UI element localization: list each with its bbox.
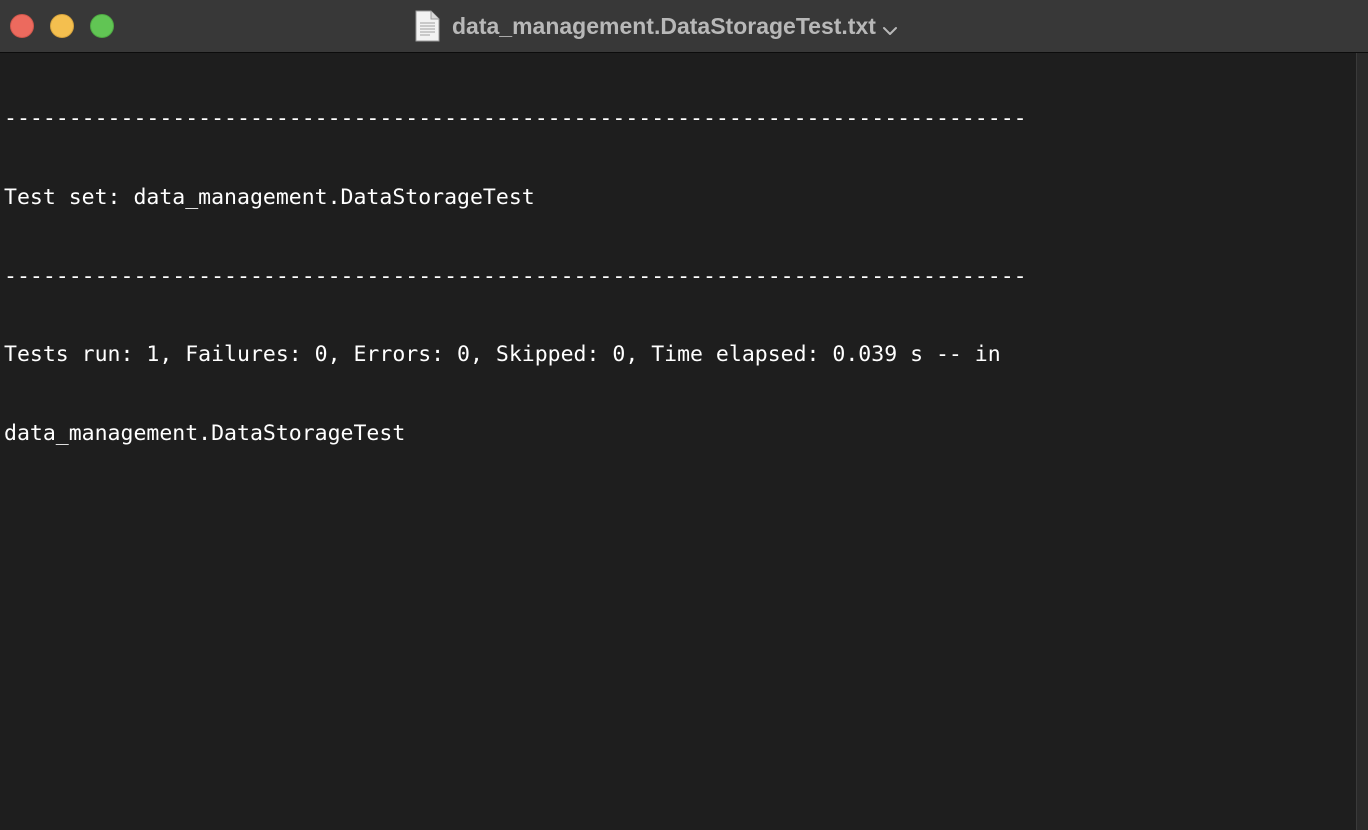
- document-body[interactable]: ----------------------------------------…: [4, 54, 1027, 499]
- test-summary-line: Tests run: 1, Failures: 0, Errors: 0, Sk…: [4, 342, 1001, 368]
- window-title-group[interactable]: data_management.DataStorageTest.txt: [414, 9, 898, 43]
- vertical-scrollbar[interactable]: [1356, 53, 1368, 830]
- test-set-line: Test set: data_management.DataStorageTes…: [4, 185, 535, 210]
- document-icon: [414, 10, 440, 42]
- maximize-window-button[interactable]: [90, 14, 114, 38]
- chevron-down-icon[interactable]: [882, 23, 898, 35]
- separator-line: ----------------------------------------…: [4, 263, 1027, 289]
- title-bar[interactable]: data_management.DataStorageTest.txt: [0, 0, 1368, 53]
- close-window-button[interactable]: [10, 14, 34, 38]
- test-class-line: data_management.DataStorageTest: [4, 420, 406, 446]
- document-text-area[interactable]: ----------------------------------------…: [0, 53, 1356, 830]
- minimize-window-button[interactable]: [50, 14, 74, 38]
- window-title: data_management.DataStorageTest.txt: [452, 12, 876, 39]
- text-editor-window: data_management.DataStorageTest.txt ----…: [0, 0, 1368, 830]
- separator-line: ----------------------------------------…: [4, 106, 1027, 132]
